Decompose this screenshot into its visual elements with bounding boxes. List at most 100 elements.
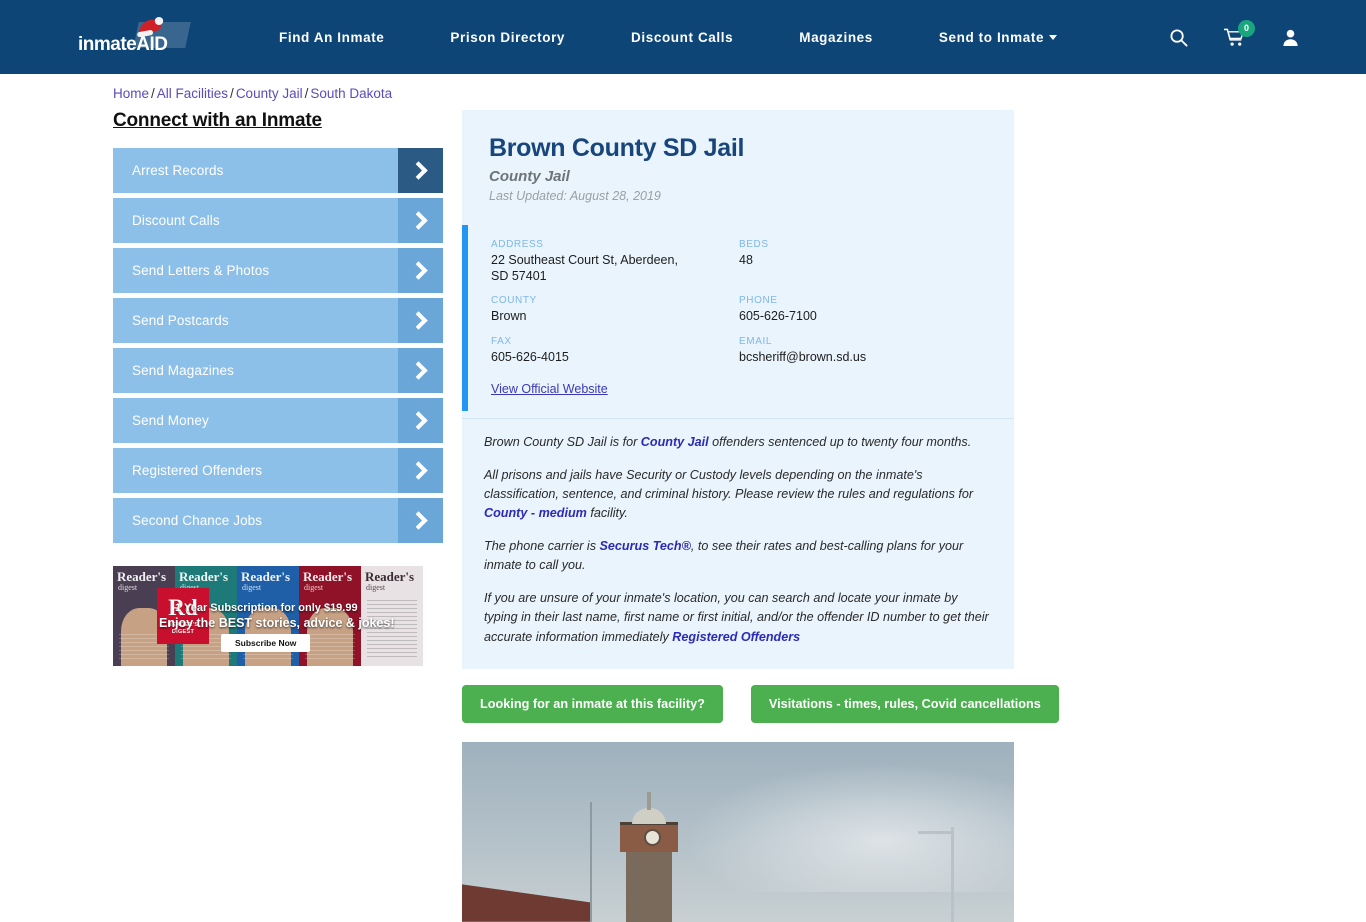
antenna-pole [590,801,592,922]
link-securus-tech[interactable]: Securus Tech® [600,539,691,553]
facility-info-grid: ADDRESS 22 Southeast Court St, Aberdeen,… [491,239,987,366]
street-light-pole [951,826,954,922]
info-field-email: EMAIL bcsheriff@brown.sd.us [739,336,987,366]
sidebar-item-second-chance-jobs[interactable]: Second Chance Jobs [113,498,443,543]
nav-link-send-to-inmate[interactable]: Send to Inmate [906,30,1090,45]
nav-link-send-to-inmate-label: Send to Inmate [938,29,1045,45]
sidebar-item-arrest-records[interactable]: Arrest Records [113,148,443,193]
info-field-fax: FAX 605-626-4015 [491,336,739,366]
breadcrumb-item-county-jail[interactable]: County Jail [236,86,303,101]
info-field-address: ADDRESS 22 Southeast Court St, Aberdeen,… [491,239,739,284]
description-paragraph-3: The phone carrier is Securus Tech®, to s… [484,537,990,575]
sky-clouds [684,761,1014,892]
ad-headline-2: Enjoy the BEST stories, advice & jokes! [159,616,395,630]
info-field-beds: BEDS 48 [739,239,987,284]
description-paragraph-1: Brown County SD Jail is for County Jail … [484,433,990,452]
cart-count-badge: 0 [1238,19,1255,37]
info-value: 605-626-7100 [739,309,817,324]
chevron-down-icon [1049,35,1058,41]
chevron-right-icon [398,248,443,293]
street-light-arm [918,830,954,834]
chevron-right-icon [398,448,443,493]
building-roof [462,884,592,922]
breadcrumb-item-home[interactable]: Home [113,86,149,101]
breadcrumb-item-south-dakota[interactable]: South Dakota [310,86,392,101]
chevron-right-icon [398,348,443,393]
ad-subscribe-button[interactable]: Subscribe Now [221,634,311,652]
sidebar: Connect with an Inmate Arrest Records Di… [113,110,443,922]
sidebar-item-label: Send Money [132,413,209,428]
description-paragraph-2: All prisons and jails have Security or C… [484,466,990,523]
nav-link-magazines[interactable]: Magazines [766,30,906,45]
facility-description: Brown County SD Jail is for County Jail … [462,419,1014,669]
top-navigation-bar: inmateAID Find An Inmate Prison Director… [0,0,1366,74]
info-field-phone: PHONE 605-626-7100 [739,295,987,325]
nav-links: Find An Inmate Prison Directory Discount… [246,30,1090,45]
view-official-website-link[interactable]: View Official Website [491,382,608,396]
facility-header: Brown County SD Jail County Jail Last Up… [462,110,1014,207]
info-value: 605-626-4015 [491,349,569,364]
p1-text-a: Brown County SD Jail is for [484,434,641,449]
sidebar-item-label: Registered Offenders [132,463,263,478]
facility-info-section: ADDRESS 22 Southeast Court St, Aberdeen,… [462,225,1014,418]
sidebar-item-label: Send Postcards [132,313,229,328]
nav-link-discount-calls[interactable]: Discount Calls [598,30,766,45]
link-county-jail[interactable]: County Jail [641,435,709,449]
looking-for-inmate-button[interactable]: Looking for an inmate at this facility? [462,684,723,723]
page-title: Brown County SD Jail [489,134,745,162]
breadcrumb-separator: / [230,86,234,101]
visitations-button[interactable]: Visitations - times, rules, Covid cancel… [750,684,1059,723]
accent-bar [462,225,468,411]
sidebar-item-send-magazines[interactable]: Send Magazines [113,348,443,393]
logo-text-primary: inmate [78,34,137,55]
main-content: Brown County SD Jail County Jail Last Up… [462,110,1059,922]
cart-icon[interactable]: 0 [1224,19,1255,47]
info-label: ADDRESS [491,239,544,250]
p2-text-b: facility. [586,505,628,520]
info-value: bcsheriff@brown.sd.us [739,349,867,364]
chevron-right-icon [398,198,443,243]
facility-photo [462,741,1014,922]
info-label: BEDS [739,239,769,250]
advertisement-banner[interactable]: Reader'sdigest Reader'sdigest Reader'sdi… [113,566,423,666]
sidebar-item-send-letters-photos[interactable]: Send Letters & Photos [113,248,443,293]
info-label: COUNTY [491,295,537,307]
breadcrumb-separator: / [304,86,309,101]
cta-button-row: Looking for an inmate at this facility? … [462,684,1059,723]
user-icon[interactable] [1281,28,1300,47]
sidebar-item-discount-calls[interactable]: Discount Calls [113,198,443,243]
link-county-medium[interactable]: County - medium [484,506,587,520]
sidebar-item-send-money[interactable]: Send Money [113,398,443,443]
sidebar-item-label: Discount Calls [132,213,220,228]
description-paragraph-4: If you are unsure of your inmate's locat… [484,589,990,646]
sidebar-item-registered-offenders[interactable]: Registered Offenders [113,448,443,493]
breadcrumb-item-all-facilities[interactable]: All Facilities [157,86,228,101]
info-value: 48 [739,253,753,267]
sidebar-title: Connect with an Inmate [113,110,322,131]
site-logo[interactable]: inmateAID [78,17,191,55]
nav-icon-group: 0 [1169,19,1300,47]
p1-text-b: offenders sentenced up to twenty four mo… [708,434,972,449]
chevron-right-icon [398,298,443,343]
ad-headline-1: 1 Year Subscription for only $19.99 [175,602,358,614]
p2-text-a: All prisons and jails have Security or C… [484,467,974,501]
info-value: 22 Southeast Court St, Aberdeen, SD 5740… [491,253,678,283]
breadcrumb: Home / All Facilities / County Jail / South Da… [113,86,392,101]
sidebar-item-label: Send Magazines [132,363,234,378]
breadcrumb-separator: / [151,86,155,101]
content-wrapper: Connect with an Inmate Arrest Records Di… [0,110,1366,922]
info-label: FAX [491,335,512,347]
facility-card: Brown County SD Jail County Jail Last Up… [462,110,1014,669]
sidebar-item-send-postcards[interactable]: Send Postcards [113,298,443,343]
chevron-right-icon [398,498,443,543]
nav-link-prison-directory[interactable]: Prison Directory [417,30,598,45]
info-label: EMAIL [739,335,773,347]
link-registered-offenders[interactable]: Registered Offenders [672,630,800,644]
info-value: Brown [491,309,527,324]
search-icon[interactable] [1169,28,1188,47]
sidebar-item-label: Arrest Records [132,163,224,178]
chevron-right-icon [398,148,443,193]
facility-last-updated: Last Updated: August 28, 2019 [489,189,661,203]
info-field-county: COUNTY Brown [491,295,739,325]
nav-link-find-an-inmate[interactable]: Find An Inmate [246,30,417,45]
